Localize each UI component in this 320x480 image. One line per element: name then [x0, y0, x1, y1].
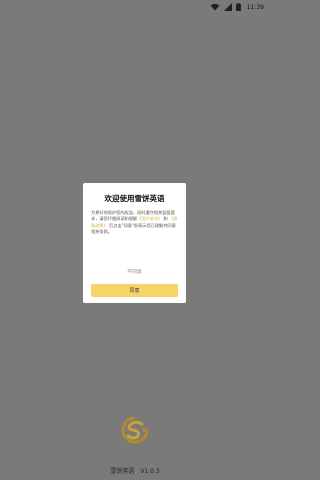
status-time: 11:39 — [246, 3, 264, 11]
disagree-button[interactable]: 不同意 — [83, 268, 186, 275]
app-version: V1.0.3 — [140, 468, 160, 475]
dialog-title: 欢迎使用雪饼英语 — [104, 194, 165, 203]
agree-button[interactable]: 同意 — [91, 284, 178, 297]
user-agreement-link[interactable]: 《用户协议》 — [137, 216, 162, 221]
status-bar: 11:39 — [0, 0, 270, 14]
dialog-body: 为更好地保护您的权益，同时遵守相关监管要求，请您仔细阅读和理解《用户协议》 和 … — [91, 210, 178, 235]
app-name-row: 雪饼英语 V1.0.3 — [0, 466, 270, 475]
signal-icon — [223, 3, 232, 11]
battery-icon — [235, 3, 241, 11]
app-logo-icon — [121, 416, 149, 444]
wifi-icon — [210, 3, 220, 11]
app-name: 雪饼英语 — [110, 468, 135, 475]
